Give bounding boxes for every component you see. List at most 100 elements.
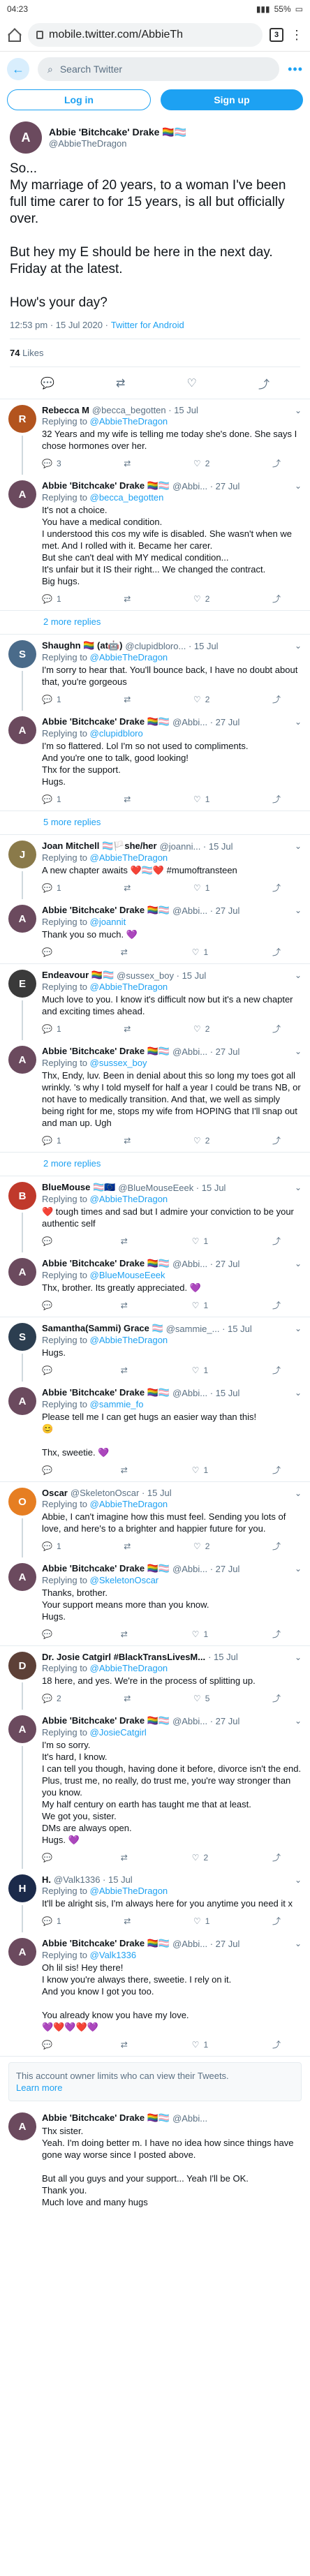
- chevron-down-icon[interactable]: ⌄: [292, 1259, 302, 1268]
- like-button[interactable]: ♡ 2: [193, 459, 209, 468]
- share-icon[interactable]: ⤴: [272, 593, 281, 605]
- reply-tweet[interactable]: S Shaughn 🏳️‍🌈 (at🤖) @clupidbloro... · 15 …: [0, 635, 310, 711]
- avatar[interactable]: S: [8, 640, 36, 668]
- reply-author-name[interactable]: Samantha(Sammi) Grace 🏳️‍⚧️: [42, 1323, 163, 1334]
- reply-button[interactable]: 💬 3: [42, 459, 61, 468]
- share-icon[interactable]: ⤴: [272, 946, 281, 958]
- reply-author-name[interactable]: Abbie 'Bitchcake' Drake 🏳️‍🌈🏳️‍⚧️: [42, 2112, 170, 2124]
- share-icon[interactable]: ⤴: [272, 1540, 281, 1552]
- reply-tweet[interactable]: O Oscar @SkeletonOscar · 15 Jul ⌄ Replying t…: [0, 1482, 310, 1557]
- avatar[interactable]: B: [8, 1182, 36, 1210]
- avatar[interactable]: A: [8, 1387, 36, 1415]
- search-input[interactable]: ⌕ Search Twitter: [38, 57, 280, 81]
- reply-author-name[interactable]: Dr. Josie Catgirl #BlackTransLivesM...: [42, 1652, 205, 1662]
- reply-button[interactable]: 💬 1: [42, 1024, 61, 1034]
- share-icon[interactable]: ⤴: [272, 1464, 281, 1476]
- share-icon[interactable]: ⤴: [272, 882, 281, 894]
- avatar[interactable]: A: [8, 1258, 36, 1286]
- mention-link[interactable]: @SkeletonOscar: [90, 1575, 158, 1585]
- share-icon[interactable]: ⤴: [272, 1134, 281, 1146]
- reply-button[interactable]: 💬 1: [42, 1916, 61, 1926]
- like-button[interactable]: ♡ 2: [193, 695, 209, 704]
- retweet-icon[interactable]: ⇄: [124, 883, 131, 893]
- likes-summary[interactable]: 74 Likes: [10, 339, 300, 367]
- address-bar[interactable]: mobile.twitter.com/AbbieTh: [28, 22, 263, 47]
- mention-link[interactable]: @AbbieTheDragon: [90, 1194, 168, 1204]
- reply-tweet[interactable]: A Abbie 'Bitchcake' Drake 🏳️‍🌈🏳️‍⚧️ @Abbi.…: [0, 1557, 310, 1645]
- reply-author-handle[interactable]: @Abbi... · 27 Jul: [172, 1564, 239, 1574]
- chevron-down-icon[interactable]: ⌄: [292, 481, 302, 491]
- reply-author-handle[interactable]: @Abbi...: [172, 2113, 207, 2124]
- reply-author-handle[interactable]: · 15 Jul: [208, 1652, 238, 1662]
- like-button[interactable]: ♡ 1: [193, 794, 209, 804]
- reply-author-name[interactable]: Abbie 'Bitchcake' Drake 🏳️‍🌈🏳️‍⚧️: [42, 1258, 170, 1269]
- reply-button[interactable]: 💬 1: [42, 1541, 61, 1551]
- author-name[interactable]: Abbie 'Bitchcake' Drake 🏳️‍🌈🏳️‍⚧️: [49, 126, 186, 138]
- share-icon[interactable]: ⤴: [272, 1851, 281, 1863]
- chevron-down-icon[interactable]: ⌄: [292, 905, 302, 915]
- reply-button[interactable]: 💬: [42, 947, 57, 957]
- retweet-icon[interactable]: ⇄: [124, 459, 131, 468]
- tweet-source[interactable]: Twitter for Android: [111, 320, 184, 330]
- chevron-down-icon[interactable]: ⌄: [292, 1564, 302, 1574]
- chevron-down-icon[interactable]: ⌄: [292, 641, 302, 651]
- share-icon[interactable]: ⤴: [272, 1692, 281, 1704]
- more-replies-link[interactable]: 2 more replies: [0, 611, 310, 635]
- like-button[interactable]: ♡ 1: [192, 1629, 208, 1639]
- share-icon[interactable]: ⤴: [272, 1915, 281, 1927]
- reply-author-handle[interactable]: @joanni... · 15 Jul: [160, 841, 233, 852]
- avatar[interactable]: R: [8, 405, 36, 433]
- mention-link[interactable]: @AbbieTheDragon: [90, 852, 168, 863]
- home-icon[interactable]: [7, 29, 21, 42]
- reply-tweet[interactable]: A Abbie 'Bitchcake' Drake 🏳️‍🌈🏳️‍⚧️ @Abbi.…: [0, 1932, 310, 2056]
- chevron-down-icon[interactable]: ⌄: [292, 1716, 302, 1726]
- tweet-timestamp[interactable]: 12:53 pm · 15 Jul 2020 ·: [10, 320, 108, 330]
- share-icon[interactable]: ⤴: [258, 375, 270, 392]
- like-button[interactable]: ♡ 1: [192, 1365, 208, 1375]
- reply-tweet[interactable]: J Joan Mitchell 🏳️‍⚧️🏳️she/her @joanni... …: [0, 835, 310, 899]
- reply-author-handle[interactable]: @Abbi... · 27 Jul: [172, 1259, 239, 1269]
- retweet-icon[interactable]: ⇄: [121, 947, 128, 957]
- reply-button[interactable]: 💬: [42, 1365, 57, 1375]
- reply-author-name[interactable]: Rebecca M: [42, 405, 89, 415]
- chevron-down-icon[interactable]: ⌄: [292, 1183, 302, 1192]
- reply-tweet[interactable]: S Samantha(Sammi) Grace 🏳️‍⚧️ @sammie_... …: [0, 1317, 310, 1382]
- mention-link[interactable]: @AbbieTheDragon: [90, 1499, 168, 1509]
- reply-author-name[interactable]: Abbie 'Bitchcake' Drake 🏳️‍🌈🏳️‍⚧️: [42, 1715, 170, 1726]
- reply-button[interactable]: 💬 1: [42, 794, 61, 804]
- reply-tweet[interactable]: A Abbie 'Bitchcake' Drake 🏳️‍🌈🏳️‍⚧️ @Abbi.…: [0, 1252, 310, 1317]
- retweet-icon[interactable]: ⇄: [124, 794, 131, 804]
- reply-tweet[interactable]: A Abbie 'Bitchcake' Drake 🏳️‍🌈🏳️‍⚧️ @Abbi.…: [0, 711, 310, 810]
- mention-link[interactable]: @joannit: [90, 917, 126, 927]
- like-button[interactable]: ♡ 1: [193, 883, 209, 893]
- avatar[interactable]: A: [8, 480, 36, 508]
- reply-author-handle[interactable]: @sammie_... · 15 Jul: [166, 1324, 252, 1334]
- reply-tweet[interactable]: A Abbie 'Bitchcake' Drake 🏳️‍🌈🏳️‍⚧️ @Abbi.…: [0, 475, 310, 610]
- like-button[interactable]: ♡ 2: [193, 1136, 209, 1146]
- like-button[interactable]: ♡ 1: [192, 1465, 208, 1475]
- like-button[interactable]: ♡ 2: [193, 1024, 209, 1034]
- chevron-down-icon[interactable]: ⌄: [292, 970, 302, 980]
- avatar[interactable]: O: [8, 1488, 36, 1516]
- mention-link[interactable]: @sammie_fo: [90, 1399, 144, 1409]
- mention-link[interactable]: @becca_begotten: [90, 492, 164, 503]
- reply-author-name[interactable]: Joan Mitchell 🏳️‍⚧️🏳️she/her: [42, 841, 157, 852]
- mention-link[interactable]: @AbbieTheDragon: [90, 982, 168, 992]
- mention-link[interactable]: @AbbieTheDragon: [90, 416, 168, 427]
- more-replies-link[interactable]: 2 more replies: [0, 1153, 310, 1176]
- more-replies-link[interactable]: 5 more replies: [0, 811, 310, 835]
- chevron-down-icon[interactable]: ⌄: [292, 406, 302, 415]
- share-icon[interactable]: ⤴: [272, 693, 281, 705]
- reply-author-handle[interactable]: @Valk1336 · 15 Jul: [54, 1874, 133, 1885]
- share-icon[interactable]: ⤴: [272, 1628, 281, 1640]
- more-options-icon[interactable]: •••: [288, 62, 303, 77]
- avatar[interactable]: A: [8, 2112, 36, 2140]
- reply-button[interactable]: 💬: [42, 1629, 57, 1639]
- reply-tweet[interactable]: B BlueMouse 🏳️‍⚧️🇪🇺 @BlueMouseEeek · 15 Ju…: [0, 1176, 310, 1252]
- retweet-icon[interactable]: ⇄: [124, 1916, 131, 1926]
- signup-button[interactable]: Sign up: [161, 89, 303, 110]
- reply-author-name[interactable]: H.: [42, 1874, 51, 1885]
- mention-link[interactable]: @AbbieTheDragon: [90, 1886, 168, 1896]
- avatar[interactable]: A: [8, 1563, 36, 1591]
- retweet-icon[interactable]: ⇄: [116, 376, 125, 390]
